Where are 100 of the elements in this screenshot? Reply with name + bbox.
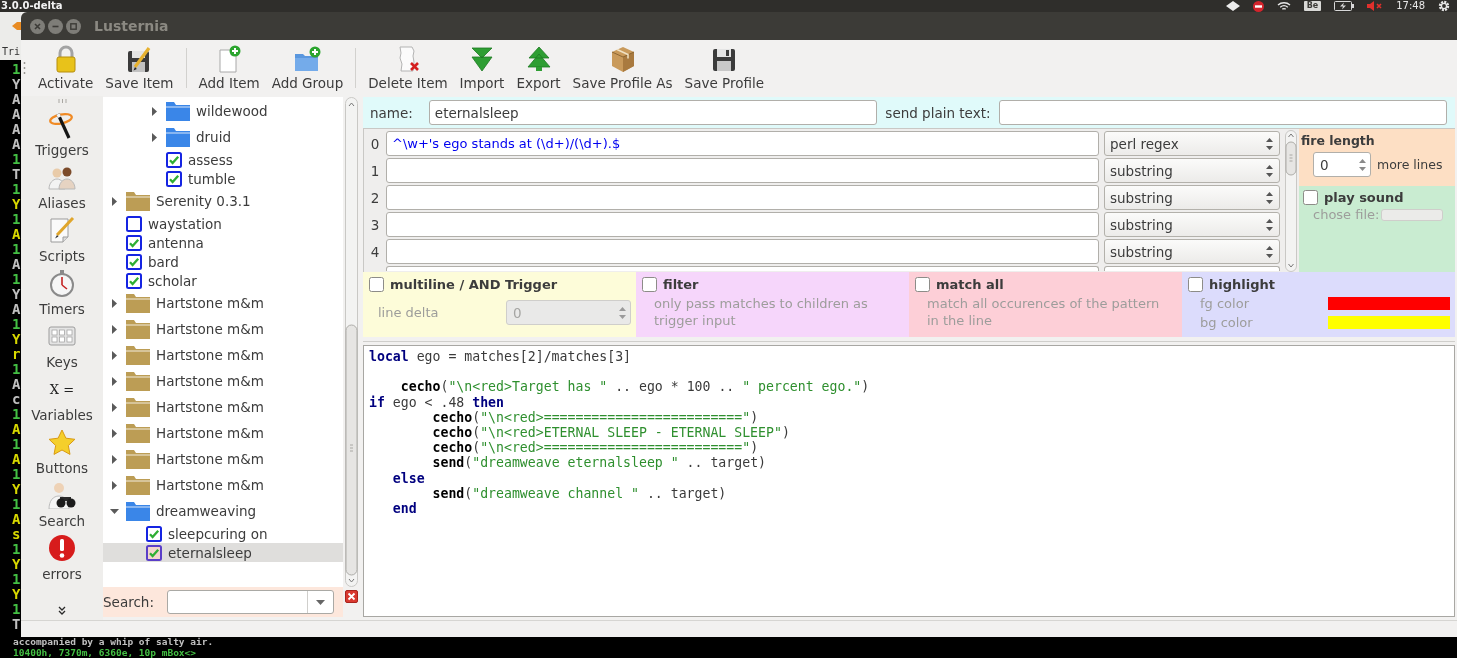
clock-text[interactable]: 17:48: [1396, 0, 1425, 12]
settings-icon[interactable]: [1438, 0, 1450, 12]
expand-arrow-icon[interactable]: [150, 106, 159, 116]
pattern-field[interactable]: [386, 239, 1099, 264]
field-label: line delta: [378, 305, 439, 320]
option-description: match all occurences of the pattern in the line: [926, 295, 1161, 329]
tree-item[interactable]: antenna: [103, 233, 204, 252]
color-swatch[interactable]: [1328, 297, 1450, 310]
checkbox[interactable]: [166, 151, 182, 168]
terminal-text: 1: [12, 182, 21, 197]
wifi-icon[interactable]: [1276, 1, 1291, 11]
text-field[interactable]: [998, 100, 1447, 125]
tree-item[interactable]: bard: [103, 252, 179, 271]
checkbox[interactable]: [1303, 189, 1318, 205]
tree-item[interactable]: Hartstone m&m: [103, 472, 264, 498]
code-line: end: [391, 501, 417, 517]
tree-item[interactable]: dreamweaving: [103, 498, 257, 524]
terminal-text: r: [12, 347, 21, 362]
type-select[interactable]: substring: [1104, 212, 1280, 237]
tree-item[interactable]: waystation: [103, 214, 222, 233]
tree-item[interactable]: scholar: [103, 271, 197, 290]
checkbox[interactable]: [126, 253, 142, 270]
dropdown-arrow-icon[interactable]: [315, 599, 325, 605]
type-select[interactable]: perl regex: [1104, 131, 1280, 156]
type-select[interactable]: substring: [1104, 158, 1280, 183]
checkbox[interactable]: [146, 544, 162, 561]
battery-icon[interactable]: [1334, 1, 1355, 11]
type-select[interactable]: substring: [1104, 239, 1280, 264]
terminal-text: s: [12, 527, 21, 542]
tree-item[interactable]: Hartstone m&m: [103, 290, 264, 316]
checkbox[interactable]: [126, 272, 142, 289]
terminal-text: A: [12, 92, 21, 107]
maximize-icon[interactable]: [66, 18, 81, 34]
checkbox[interactable]: [1188, 276, 1203, 292]
tree-item[interactable]: assess: [143, 150, 233, 169]
tree-item[interactable]: Hartstone m&m: [103, 394, 264, 420]
up-down-arrows-icon: [1266, 164, 1273, 177]
close-icon[interactable]: [345, 590, 358, 603]
pattern-field[interactable]: [386, 158, 1099, 183]
tree-item[interactable]: druid: [143, 124, 231, 150]
expand-arrow-icon[interactable]: [110, 298, 119, 308]
checkbox-label: highlight: [1209, 276, 1275, 292]
tree-item[interactable]: Hartstone m&m: [103, 420, 264, 446]
pattern-field[interactable]: [386, 185, 1099, 210]
checkbox[interactable]: [126, 234, 142, 251]
tree-item[interactable]: Hartstone m&m: [103, 316, 264, 342]
checkbox[interactable]: [915, 276, 930, 292]
pattern-field[interactable]: [386, 212, 1099, 237]
expand-arrow-icon[interactable]: [110, 350, 119, 360]
tree-item[interactable]: eternalsleep: [103, 543, 343, 562]
field-label: fg color: [1200, 296, 1249, 311]
minimize-icon[interactable]: [48, 18, 63, 34]
row-number: 1: [369, 162, 381, 179]
checkbox[interactable]: [166, 170, 182, 187]
lock-icon: [54, 45, 77, 73]
chevron-down-icon[interactable]: [58, 606, 66, 615]
expand-arrow-icon[interactable]: [110, 454, 119, 464]
tree-item[interactable]: Hartstone m&m: [103, 446, 264, 472]
grip-icon[interactable]: [23, 62, 26, 74]
expand-arrow-icon[interactable]: [110, 506, 119, 516]
expand-arrow-icon[interactable]: [110, 428, 119, 438]
tree-item[interactable]: wildewood: [143, 98, 268, 124]
type-select[interactable]: substring: [1104, 185, 1280, 210]
speaker-muted-icon[interactable]: [1367, 1, 1384, 11]
terminal-text: 1: [12, 362, 21, 377]
spinbox[interactable]: 0: [1313, 152, 1371, 177]
up-down-arrows-icon: [619, 306, 626, 319]
pattern-field[interactable]: [386, 266, 1099, 271]
tree-item[interactable]: tumble: [143, 169, 236, 188]
up-down-arrows-icon: [1266, 191, 1273, 204]
color-swatch[interactable]: [1328, 316, 1450, 329]
terminal-text: Y: [12, 332, 21, 347]
no-entry-icon[interactable]: [1252, 0, 1264, 12]
keyboard-layout-indicator[interactable]: Be: [1303, 1, 1322, 11]
terminal-text: A: [12, 422, 21, 437]
box-icon: [609, 45, 636, 73]
row-number: 3: [369, 216, 381, 233]
search-field[interactable]: [166, 590, 334, 614]
pattern-field[interactable]: ^\w+'s ego stands at (\d+)/(\d+).$: [386, 131, 1099, 156]
tree-item[interactable]: Serenity 0.3.1: [103, 188, 251, 214]
expand-arrow-icon[interactable]: [110, 324, 119, 334]
terminal-text: A: [12, 452, 21, 467]
scrollbar[interactable]: [1285, 130, 1297, 272]
note-pencil-icon: [48, 216, 76, 244]
name-field[interactable]: eternalsleep: [428, 100, 878, 125]
tree-item[interactable]: sleepcuring on: [123, 524, 268, 543]
grip-icon[interactable]: [57, 99, 67, 103]
tree-item[interactable]: Hartstone m&m: [103, 368, 264, 394]
expand-arrow-icon[interactable]: [110, 376, 119, 386]
expand-arrow-icon[interactable]: [110, 402, 119, 412]
expand-arrow-icon[interactable]: [150, 132, 159, 142]
scrollbar[interactable]: [345, 97, 358, 587]
checkbox[interactable]: [146, 525, 162, 542]
tree-item[interactable]: Hartstone m&m: [103, 342, 264, 368]
checkbox[interactable]: [126, 215, 142, 232]
expand-arrow-icon[interactable]: [110, 480, 119, 490]
expand-arrow-icon[interactable]: [110, 196, 119, 206]
checkbox[interactable]: [642, 276, 657, 292]
tab-label[interactable]: Tri: [2, 46, 21, 58]
document-plus-icon: [217, 45, 242, 73]
